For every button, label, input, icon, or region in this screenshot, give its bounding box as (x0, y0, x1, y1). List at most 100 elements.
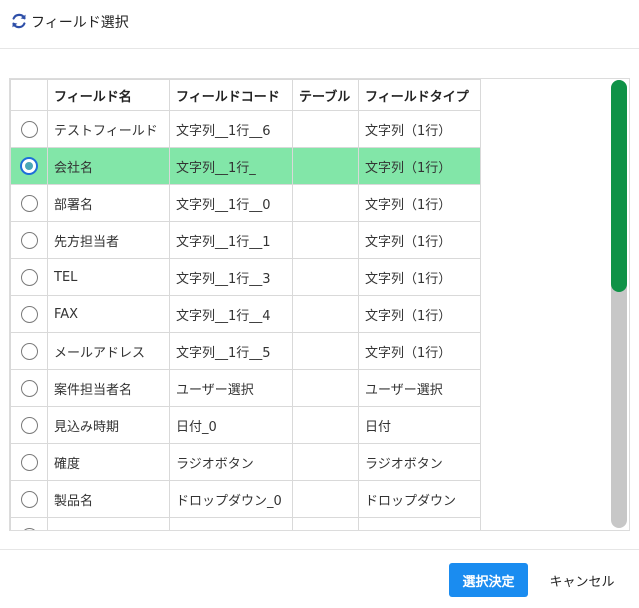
row-radio-button[interactable] (20, 231, 38, 249)
table-header-row: フィールド名 フィールドコード テーブル フィールドタイプ (10, 79, 481, 111)
row-select-cell[interactable] (10, 369, 48, 407)
row-select-cell[interactable] (10, 406, 48, 444)
table-row[interactable]: 案件担当者名 ユーザー選択 ユーザー選択 (10, 369, 481, 407)
field-code-cell: ドロップダウン_0 (169, 480, 293, 518)
row-select-cell[interactable] (10, 221, 48, 259)
field-code-cell: 文字列__1行__4 (169, 295, 293, 333)
row-radio-button[interactable] (20, 268, 38, 286)
row-radio-button[interactable] (20, 527, 38, 530)
field-type-cell: 文字列（1行） (358, 147, 481, 185)
field-name-cell: テストフィールド (47, 110, 170, 148)
table-row[interactable]: 会社名 文字列__1行_ 文字列（1行） (10, 147, 481, 185)
dialog-title: フィールド選択 (31, 15, 129, 31)
field-name-cell: 案件担当者名 (47, 369, 170, 407)
table-row[interactable]: 製品名 ドロップダウン_0 ドロップダウン (10, 480, 481, 518)
confirm-selection-button[interactable]: 選択決定 (449, 563, 528, 597)
row-select-cell[interactable] (10, 147, 48, 185)
table-cell (292, 517, 359, 530)
field-code-cell: 文字列__1行__1 (169, 221, 293, 259)
field-name-cell: 製品名 (47, 480, 170, 518)
field-type-cell: 日付 (358, 406, 481, 444)
column-header-select (10, 79, 48, 111)
table-cell (292, 332, 359, 370)
field-table-container: フィールド名 フィールドコード テーブル フィールドタイプ テストフィールド 文字… (9, 78, 630, 531)
table-cell (292, 258, 359, 296)
row-select-cell[interactable] (10, 480, 48, 518)
row-radio-button[interactable] (20, 120, 38, 138)
field-type-cell: ユーザー選択 (358, 369, 481, 407)
field-code-cell: 単価 (169, 517, 293, 530)
row-select-cell[interactable] (10, 295, 48, 333)
row-select-cell[interactable] (10, 332, 48, 370)
field-type-cell: 数値 (358, 517, 481, 530)
row-select-cell[interactable] (10, 517, 48, 530)
field-type-cell: 文字列（1行） (358, 184, 481, 222)
column-header-field-type[interactable]: フィールドタイプ (358, 79, 481, 111)
field-type-cell: ドロップダウン (358, 480, 481, 518)
row-select-cell[interactable] (10, 184, 48, 222)
dialog-header: フィールド選択 (0, 0, 639, 49)
field-name-cell: FAX (47, 295, 170, 333)
field-code-cell: 文字列__1行_ (169, 147, 293, 185)
row-radio-button[interactable] (20, 379, 38, 397)
row-radio-button[interactable] (20, 416, 38, 434)
field-code-cell: 文字列__1行__6 (169, 110, 293, 148)
field-type-cell: 文字列（1行） (358, 332, 481, 370)
column-header-field-name[interactable]: フィールド名 (47, 79, 170, 111)
row-select-cell[interactable] (10, 110, 48, 148)
field-code-cell: 文字列__1行__5 (169, 332, 293, 370)
table-cell (292, 295, 359, 333)
field-type-cell: 文字列（1行） (358, 221, 481, 259)
column-header-table[interactable]: テーブル (292, 79, 359, 111)
table-row[interactable]: 先方担当者 文字列__1行__1 文字列（1行） (10, 221, 481, 259)
table-cell (292, 147, 359, 185)
column-header-field-code[interactable]: フィールドコード (169, 79, 293, 111)
field-name-cell: 見込み時期 (47, 406, 170, 444)
row-radio-button[interactable] (20, 342, 38, 360)
row-radio-button[interactable] (20, 194, 38, 212)
table-row[interactable]: メールアドレス 文字列__1行__5 文字列（1行） (10, 332, 481, 370)
field-code-cell: ラジオボタン (169, 443, 293, 481)
field-select-dialog: フィールド選択 フィールド名 フィールドコード テーブル フィールドタイプ テス (0, 0, 639, 608)
field-type-cell: ラジオボタン (358, 443, 481, 481)
table-row[interactable]: 部署名 文字列__1行__0 文字列（1行） (10, 184, 481, 222)
field-name-cell: 会社名 (47, 147, 170, 185)
row-radio-button[interactable] (20, 453, 38, 471)
field-type-cell: 文字列（1行） (358, 110, 481, 148)
row-select-cell[interactable] (10, 443, 48, 481)
field-table: フィールド名 フィールドコード テーブル フィールドタイプ テストフィールド 文字… (10, 79, 481, 530)
table-cell (292, 369, 359, 407)
field-name-cell: 単価 (47, 517, 170, 530)
field-type-cell: 文字列（1行） (358, 295, 481, 333)
table-row[interactable]: TEL 文字列__1行__3 文字列（1行） (10, 258, 481, 296)
table-cell (292, 443, 359, 481)
field-name-cell: 確度 (47, 443, 170, 481)
field-name-cell: メールアドレス (47, 332, 170, 370)
table-body: テストフィールド 文字列__1行__6 文字列（1行） 会社名 文字列__1行_ 文字列（… (10, 110, 481, 530)
table-row[interactable]: FAX 文字列__1行__4 文字列（1行） (10, 295, 481, 333)
row-radio-button[interactable] (20, 490, 38, 508)
table-cell (292, 221, 359, 259)
footer-divider (0, 549, 639, 550)
row-radio-button[interactable] (20, 305, 38, 323)
field-name-cell: 部署名 (47, 184, 170, 222)
cancel-button[interactable]: キャンセル (540, 563, 624, 597)
field-code-cell: 日付_0 (169, 406, 293, 444)
row-radio-button[interactable] (20, 157, 38, 175)
table-row[interactable]: 見込み時期 日付_0 日付 (10, 406, 481, 444)
field-code-cell: ユーザー選択 (169, 369, 293, 407)
scrollbar-thumb[interactable] (611, 80, 627, 292)
vertical-scrollbar[interactable] (611, 80, 627, 528)
table-cell (292, 480, 359, 518)
table-cell (292, 184, 359, 222)
refresh-icon[interactable] (10, 12, 28, 30)
table-cell (292, 406, 359, 444)
table-row[interactable]: 単価単価 数値 (10, 517, 481, 530)
table-cell (292, 110, 359, 148)
field-type-cell: 文字列（1行） (358, 258, 481, 296)
field-code-cell: 文字列__1行__0 (169, 184, 293, 222)
field-name-cell: TEL (47, 258, 170, 296)
table-row[interactable]: テストフィールド 文字列__1行__6 文字列（1行） (10, 110, 481, 148)
row-select-cell[interactable] (10, 258, 48, 296)
table-row[interactable]: 確度 ラジオボタン ラジオボタン (10, 443, 481, 481)
